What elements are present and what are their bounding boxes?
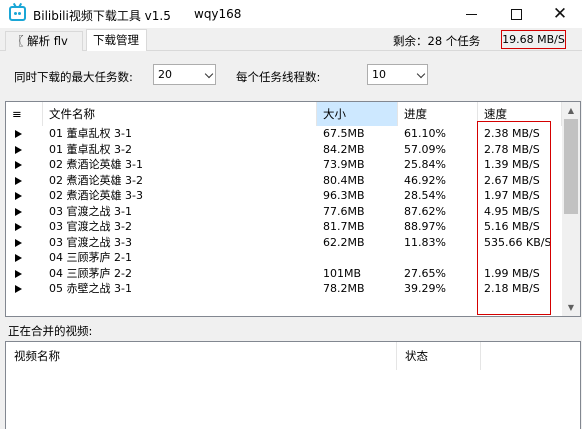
- scrollbar-thumb[interactable]: [564, 119, 578, 214]
- progress-value: 88.97%: [404, 220, 446, 233]
- file-size: 101MB: [323, 266, 362, 280]
- window-title: Bilibili视频下载工具 v1.5: [33, 9, 171, 23]
- threads-label: 每个任务线程数:: [236, 70, 321, 84]
- scroll-up-icon[interactable]: ▲: [562, 102, 580, 119]
- merge-label: 正在合并的视频:: [8, 324, 93, 338]
- vertical-scrollbar[interactable]: ▲ ▼: [562, 102, 580, 316]
- file-size: 80.4MB: [323, 173, 365, 187]
- progress-value: 57.09%: [404, 142, 446, 156]
- play-icon: [15, 176, 22, 185]
- play-icon: [15, 207, 22, 216]
- speed-highlight-box: [477, 121, 551, 315]
- maximize-icon: [510, 8, 522, 20]
- progress-value: 27.65%: [404, 266, 446, 280]
- user-name: wqy168: [194, 7, 242, 21]
- scroll-down-icon[interactable]: ▼: [562, 299, 580, 316]
- threads-select[interactable]: 10: [367, 64, 428, 85]
- minimize-button[interactable]: [449, 0, 493, 28]
- max-tasks-value: 20: [158, 68, 172, 81]
- close-button[interactable]: ✕: [538, 0, 582, 28]
- bilibili-tv-icon: [9, 6, 26, 21]
- total-speed: 19.68 MB/S: [501, 30, 566, 49]
- tab-download-manager[interactable]: 下载管理: [86, 29, 147, 51]
- file-name: 04 三顾茅庐 2-1: [49, 251, 132, 264]
- minimize-icon: [465, 13, 477, 15]
- remaining-tasks: 剩余：28 个任务: [393, 34, 481, 48]
- maximize-button[interactable]: [494, 0, 538, 28]
- file-size: 62.2MB: [323, 235, 365, 249]
- play-icon: [15, 192, 22, 200]
- file-size: 84.2MB: [323, 142, 365, 156]
- file-name: 03 官渡之战 3-2: [49, 220, 132, 233]
- file-name: 02 煮酒论英雄 3-1: [49, 158, 143, 171]
- column-header-menu[interactable]: ≡: [6, 102, 43, 126]
- progress-value: 61.10%: [404, 127, 446, 140]
- play-icon: [15, 161, 22, 169]
- play-icon: [15, 269, 22, 278]
- max-tasks-label: 同时下载的最大任务数:: [14, 70, 133, 84]
- progress-value: 28.54%: [404, 189, 446, 202]
- file-size: 67.5MB: [323, 127, 365, 140]
- play-icon: [15, 130, 22, 138]
- column-header-size[interactable]: 大小: [317, 102, 398, 126]
- settings-panel: 同时下载的最大任务数: 20 每个任务线程数: 10: [2, 51, 582, 99]
- chevron-down-icon: [204, 69, 214, 79]
- progress-value: 46.92%: [404, 173, 446, 187]
- file-size: 78.2MB: [323, 282, 365, 295]
- close-icon: ✕: [552, 4, 568, 24]
- file-name: 04 三顾茅庐 2-2: [49, 266, 132, 280]
- file-name: 03 官渡之战 3-3: [49, 235, 132, 249]
- tab-strip: 〖 解析 flv 〗 下载管理 剩余：28 个任务 19.68 MB/S: [0, 28, 582, 66]
- file-size: 81.7MB: [323, 220, 365, 233]
- play-icon: [15, 238, 22, 247]
- max-tasks-select[interactable]: 20: [153, 64, 216, 85]
- file-name: 03 官渡之战 3-1: [49, 204, 132, 218]
- column-header-progress[interactable]: 进度: [398, 102, 478, 126]
- title-bar: Bilibili视频下载工具 v1.5 wqy168 ✕: [0, 0, 582, 28]
- file-name: 01 董卓乱权 3-1: [49, 127, 132, 140]
- play-icon: [15, 145, 22, 154]
- progress-value: 87.62%: [404, 204, 446, 218]
- file-size: 77.6MB: [323, 204, 365, 218]
- file-name: 01 董卓乱权 3-2: [49, 142, 132, 156]
- progress-value: 25.84%: [404, 158, 446, 171]
- file-size: 73.9MB: [323, 158, 365, 171]
- column-header-name[interactable]: 文件名称: [43, 102, 317, 126]
- play-icon: [15, 254, 22, 262]
- merge-list[interactable]: 视频名称 状态: [5, 341, 581, 429]
- file-name: 05 赤壁之战 3-1: [49, 282, 132, 295]
- file-name: 02 煮酒论英雄 3-3: [49, 189, 143, 202]
- progress-value: 39.29%: [404, 282, 446, 295]
- tab-parse-flv[interactable]: 〖 解析 flv 〗: [5, 31, 83, 66]
- column-header-video-name[interactable]: 视频名称: [6, 342, 397, 370]
- chevron-down-icon: [416, 69, 426, 79]
- file-name: 02 煮酒论英雄 3-2: [49, 173, 143, 187]
- play-icon: [15, 223, 22, 231]
- column-header-status[interactable]: 状态: [397, 342, 481, 370]
- play-icon: [15, 285, 22, 293]
- progress-value: 11.83%: [404, 235, 446, 249]
- file-size: 96.3MB: [323, 189, 365, 202]
- threads-value: 10: [372, 68, 386, 81]
